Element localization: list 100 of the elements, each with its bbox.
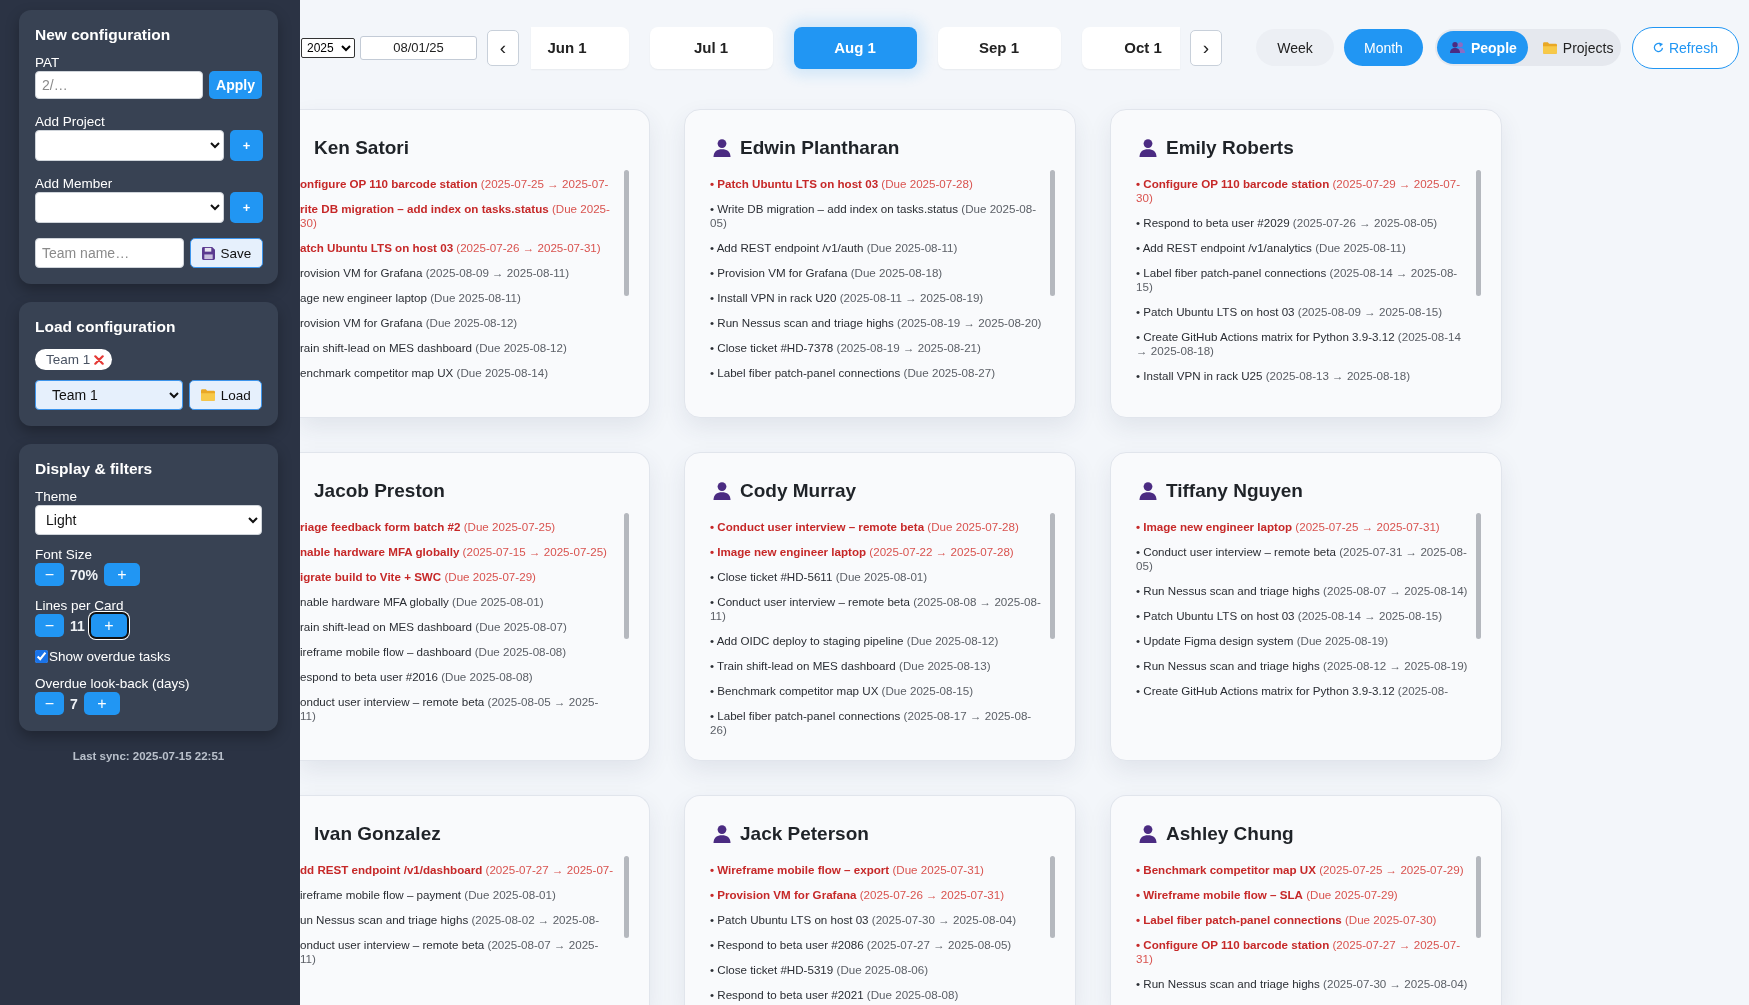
task-item: • Configure OP 110 barcode station (2025-07-29 → 2025-07-30) bbox=[1136, 177, 1462, 205]
stepper-value: 7 bbox=[70, 695, 78, 712]
year-select[interactable]: 2025 bbox=[301, 37, 355, 58]
select-field[interactable] bbox=[35, 130, 224, 161]
person-icon bbox=[1139, 825, 1157, 843]
scrollbar-thumb[interactable] bbox=[1476, 856, 1481, 938]
task-item: • Add REST endpoint /v1/analytics (Due 2025-08-11) bbox=[1136, 241, 1407, 255]
task-item: onfigure OP 110 barcode station (2025-07-25 → 2025-07- bbox=[300, 177, 610, 191]
load-button[interactable]: Load bbox=[189, 380, 262, 410]
view-tab[interactable]: Week bbox=[1256, 29, 1334, 66]
save-button[interactable]: Save bbox=[190, 238, 263, 268]
date-tab[interactable]: Sep 1 bbox=[937, 26, 1061, 69]
scrollbar-thumb[interactable] bbox=[1476, 513, 1481, 639]
person-name: Cody Murray bbox=[740, 480, 857, 502]
task-item: • Patch Ubuntu LTS on host 03 (2025-08-14 → 2025-08-15) bbox=[1136, 609, 1444, 623]
next-button[interactable]: › bbox=[1190, 29, 1222, 66]
scrollbar-thumb[interactable] bbox=[1050, 513, 1055, 639]
task-item: • Update Figma design system (Due 2025-08-19) bbox=[1136, 634, 1390, 648]
task-item: • Label fiber patch-panel connections (Due 2025-07-30) bbox=[1136, 913, 1438, 927]
checkbox[interactable] bbox=[35, 650, 48, 663]
task-item: • Wireframe mobile flow – export (Due 2025-07-31) bbox=[710, 863, 985, 877]
token-input[interactable]: 2/… bbox=[35, 71, 203, 99]
task-item: • Close ticket #HD-7378 (2025-08-19 → 2025-08-21) bbox=[710, 341, 982, 355]
task-item: • Add OIDC deploy to staging pipeline (Due 2025-08-12) bbox=[710, 634, 1000, 648]
panel-title: Load configuration bbox=[35, 317, 176, 337]
scrollbar-thumb[interactable] bbox=[624, 170, 629, 296]
panel-title: New configuration bbox=[35, 25, 171, 45]
task-item: espond to beta user #2016 (Due 2025-08-08) bbox=[300, 670, 534, 684]
field-label: Theme bbox=[35, 489, 78, 504]
task-item: • Create GitHub Actions matrix for Python 3.9-3.12 (2025-08- bbox=[1136, 684, 1450, 698]
team-chip[interactable]: Team 1 bbox=[35, 349, 113, 370]
close-icon[interactable] bbox=[94, 354, 105, 365]
person-icon bbox=[713, 139, 731, 157]
person-name: Ivan Gonzalez bbox=[314, 823, 441, 845]
task-item: • Label fiber patch-panel connections (Due 2025-08-27) bbox=[710, 366, 997, 380]
task-item: • Close ticket #HD-5319 (Due 2025-08-06) bbox=[710, 963, 930, 977]
person-icon bbox=[1139, 139, 1157, 157]
task-item: dd REST endpoint /v1/dashboard (2025-07-27 → 2025-07- bbox=[300, 863, 615, 877]
team-select[interactable]: Team 1 bbox=[35, 380, 184, 410]
field-label: Add Project bbox=[35, 114, 105, 129]
scrollbar-thumb[interactable] bbox=[624, 513, 629, 639]
task-item: • Add REST endpoint /v1/auth (Due 2025-08-11) bbox=[710, 241, 959, 255]
theme-select[interactable]: Light bbox=[35, 505, 262, 535]
task-item: igrate build to Vite + SWC (Due 2025-07-29) bbox=[300, 570, 537, 584]
task-item: • Run Nessus scan and triage highs (2025-08-19 → 2025-08-20) bbox=[710, 316, 1043, 330]
task-item: rovision VM for Grafana (Due 2025-08-12) bbox=[300, 316, 519, 330]
task-item: • Install VPN in rack U25 (2025-08-13 → 2025-08-18) bbox=[1136, 369, 1412, 383]
date-tab[interactable]: Oct 1 bbox=[1081, 26, 1180, 69]
task-item: nable hardware MFA globally (Due 2025-08-01) bbox=[300, 595, 545, 609]
task-item: • Provision VM for Grafana (2025-07-26 → 2025-07-31) bbox=[710, 888, 1006, 902]
mode-tab[interactable]: Projects bbox=[1529, 31, 1625, 64]
task-item: ireframe mobile flow – payment (Due 2025-08-01) bbox=[300, 888, 557, 902]
task-item: • Patch Ubuntu LTS on host 03 (2025-08-09 → 2025-08-15) bbox=[1136, 305, 1444, 319]
field-label: Overdue look-back (days) bbox=[35, 676, 190, 691]
panel-title: Display & filters bbox=[35, 459, 153, 479]
team-name-input[interactable]: Team name… bbox=[35, 238, 184, 268]
task-item: • Train shift-lead on MES dashboard (Due 2025-08-13) bbox=[710, 659, 992, 673]
select-field[interactable] bbox=[35, 192, 224, 223]
task-item: enchmark competitor map UX (Due 2025-08-14) bbox=[300, 366, 550, 380]
scrollbar-thumb[interactable] bbox=[1050, 170, 1055, 296]
task-item: • Respond to beta user #2029 (2025-07-26 → 2025-08-05) bbox=[1136, 216, 1439, 230]
stepper-value: 11 bbox=[70, 617, 85, 634]
task-item: • Benchmark competitor map UX (2025-07-25 → 2025-07-29) bbox=[1136, 863, 1465, 877]
date-input[interactable]: 08/01/25 bbox=[360, 35, 477, 60]
field-label: Add Member bbox=[35, 176, 113, 191]
task-item: riage feedback form batch #2 (Due 2025-07-25) bbox=[300, 520, 557, 534]
person-name: Jack Peterson bbox=[740, 823, 869, 845]
person-name: Emily Roberts bbox=[1166, 137, 1294, 159]
task-item: • Configure OP 110 barcode station (2025-07-27 → 2025-07-31) bbox=[1136, 938, 1462, 966]
scrollbar-thumb[interactable] bbox=[1476, 170, 1481, 296]
task-item: • Write DB migration – add index on tasks.status (Due 2025-08-05) bbox=[710, 202, 1038, 230]
scrollbar-thumb[interactable] bbox=[1050, 856, 1055, 938]
date-tab[interactable]: Jul 1 bbox=[649, 26, 773, 69]
task-item: • Label fiber patch-panel connections (2025-08-17 → 2025-08-26) bbox=[710, 709, 1033, 737]
task-item: atch Ubuntu LTS on host 03 (2025-07-26 → 2025-07-31) bbox=[300, 241, 602, 255]
task-item: • Close ticket #HD-5611 (Due 2025-08-01) bbox=[710, 570, 929, 584]
folder-icon bbox=[200, 389, 215, 401]
task-item: • Patch Ubuntu LTS on host 03 (2025-07-30 → 2025-08-04) bbox=[710, 913, 1018, 927]
person-name: Tiffany Nguyen bbox=[1166, 480, 1303, 502]
previous-button[interactable]: ‹ bbox=[487, 29, 519, 66]
task-item: age new engineer laptop (Due 2025-08-11) bbox=[300, 291, 522, 305]
folder-icon bbox=[1542, 41, 1557, 54]
task-item: • Provision VM for Grafana (Due 2025-08-18) bbox=[710, 266, 944, 280]
field-label: Lines per Card bbox=[35, 598, 124, 613]
date-tab[interactable]: Jun 1 bbox=[530, 26, 629, 69]
task-item: • Patch Ubuntu LTS on host 03 (Due 2025-07-28) bbox=[710, 177, 974, 191]
checkbox-label: Show overdue tasks bbox=[49, 649, 171, 664]
task-item: • Conduct user interview – remote beta (Due 2025-07-28) bbox=[710, 520, 1020, 534]
person-name: Ashley Chung bbox=[1166, 823, 1294, 845]
task-item: • Install VPN in rack U20 (2025-08-11 → 2025-08-19) bbox=[710, 291, 985, 305]
task-item: rain shift-lead on MES dashboard (Due 2025-08-12) bbox=[300, 341, 568, 355]
person-icon bbox=[713, 482, 731, 500]
task-item: nable hardware MFA globally (2025-07-15 → 2025-07-25) bbox=[300, 545, 608, 559]
scrollbar-thumb[interactable] bbox=[624, 856, 629, 938]
task-item: • Benchmark competitor map UX (Due 2025-08-15) bbox=[710, 684, 975, 698]
task-item: • Respond to beta user #2021 (Due 2025-08-08) bbox=[710, 988, 960, 1002]
task-item: un Nessus scan and triage highs (2025-08-02 → 2025-08- bbox=[300, 913, 601, 927]
task-item: • Image new engineer laptop (2025-07-25 → 2025-07-31) bbox=[1136, 520, 1441, 534]
field-label: PAT bbox=[35, 55, 60, 70]
people-icon bbox=[1449, 42, 1465, 53]
